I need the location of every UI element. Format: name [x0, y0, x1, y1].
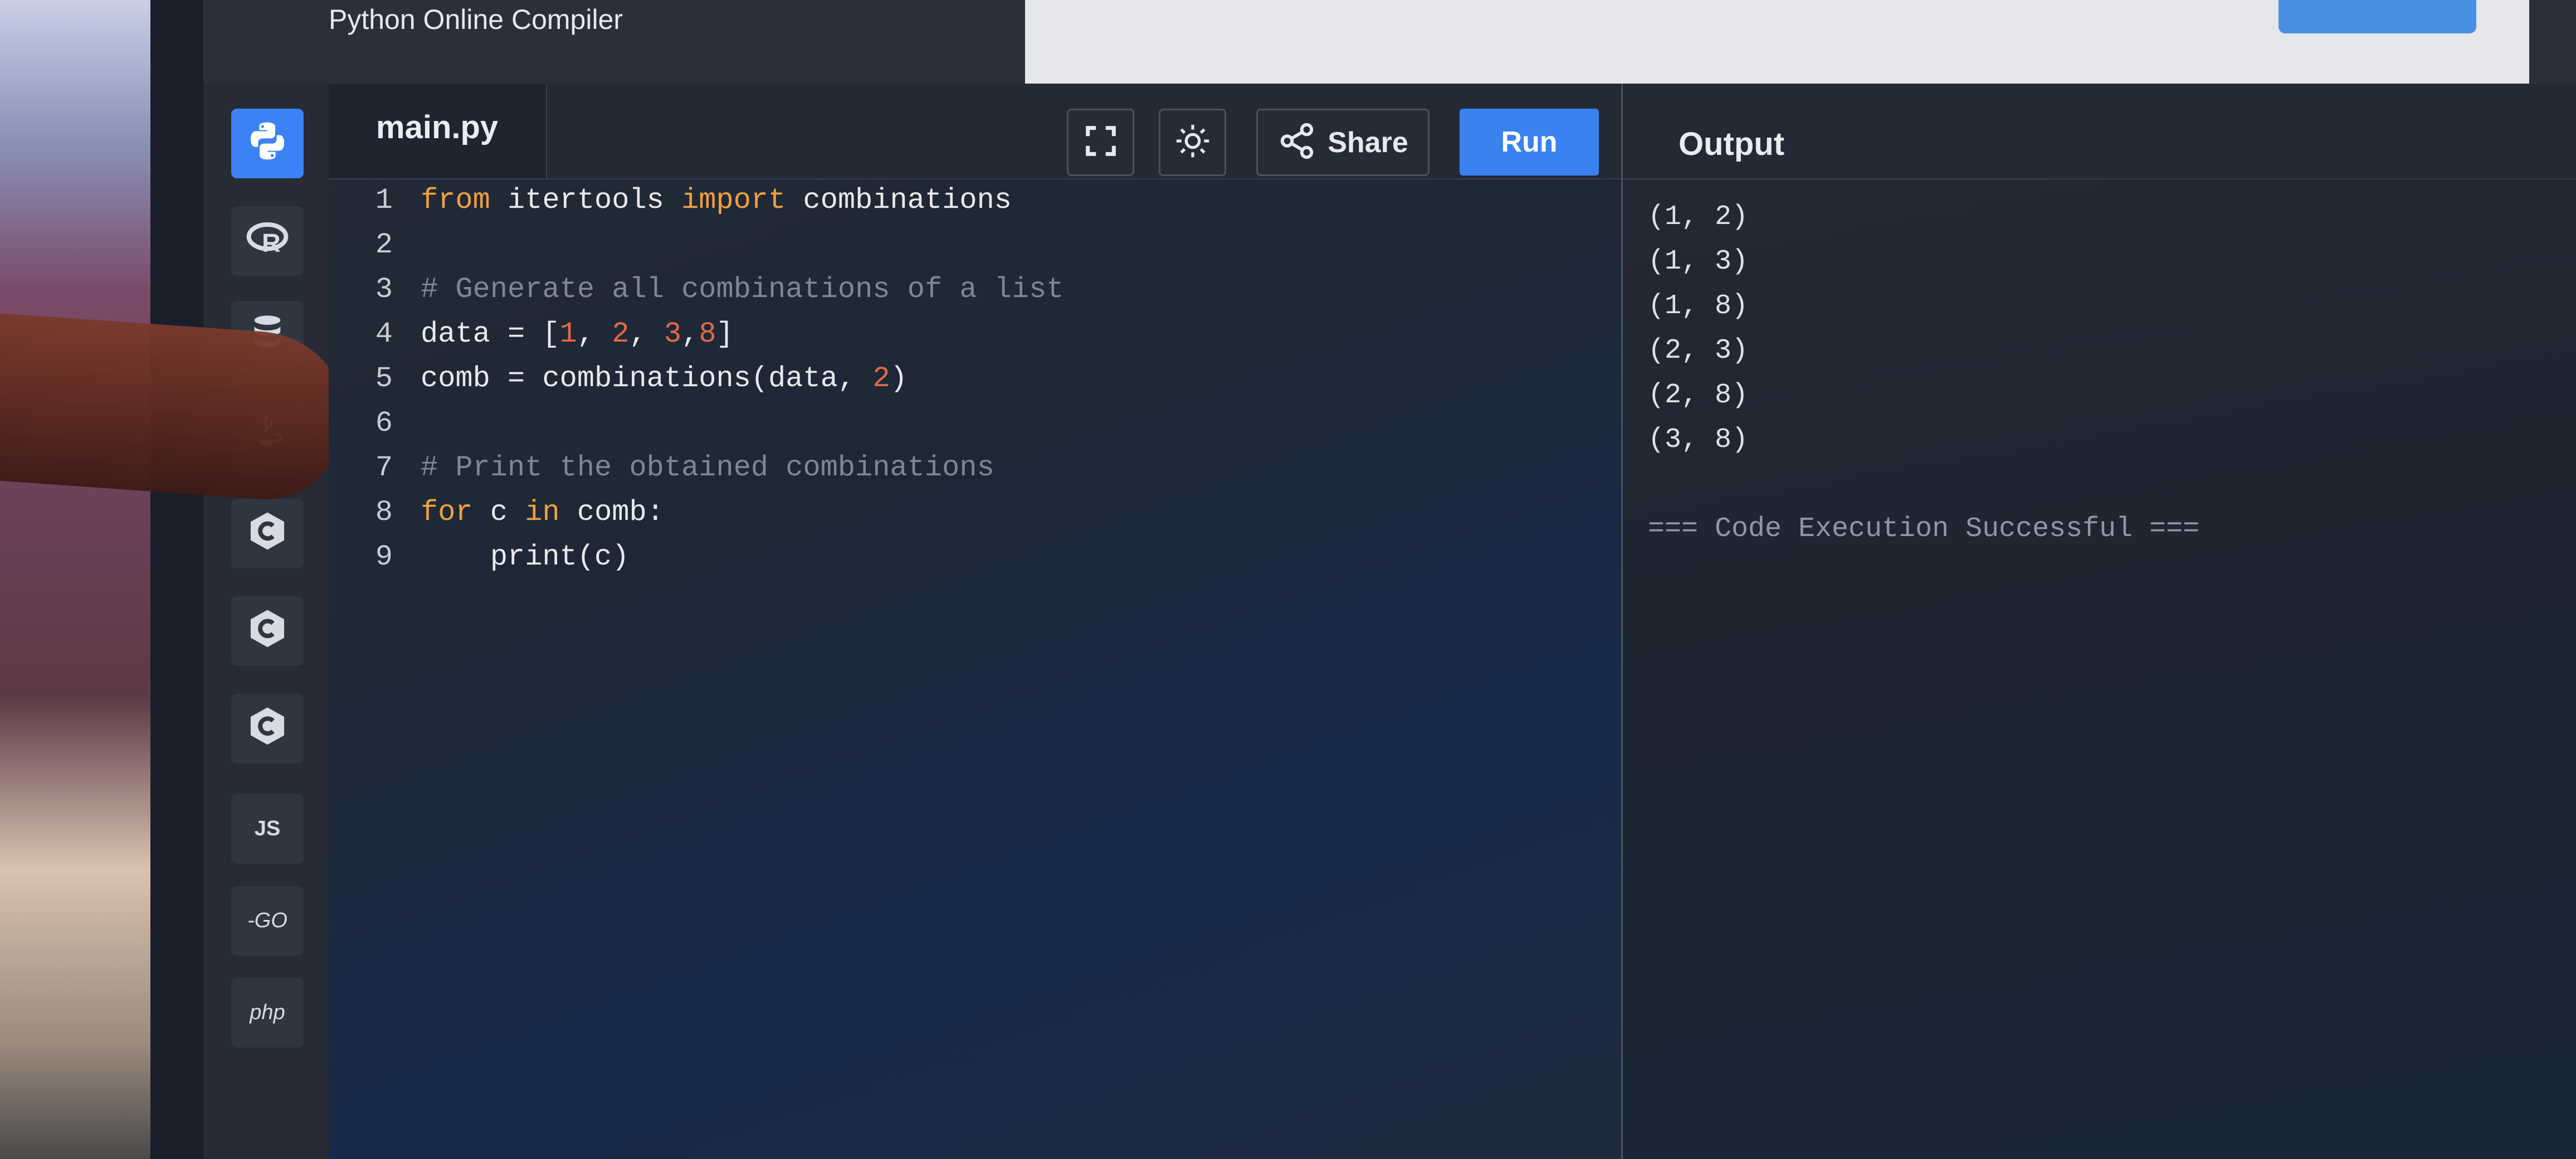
- line-number: 9: [375, 540, 393, 573]
- output-line: (1, 8): [1648, 290, 1749, 322]
- monitor-bezel: [150, 0, 203, 1159]
- share-button[interactable]: Share: [1256, 109, 1430, 176]
- file-name: main.py: [376, 109, 499, 145]
- sidebar-item-r[interactable]: R: [231, 206, 304, 276]
- code-text: # Generate all combinations of a list: [421, 267, 1064, 312]
- language-sidebar: R JS -GO php: [203, 84, 330, 1159]
- code-token: print(c): [421, 540, 630, 573]
- code-text: print(c): [421, 535, 630, 580]
- sidebar-item-cpp[interactable]: [231, 596, 304, 666]
- code-token: ,: [629, 318, 664, 350]
- code-token: ,: [681, 318, 699, 350]
- csharp-icon: [245, 704, 290, 754]
- ad-banner: [1025, 0, 2529, 92]
- line-number: 7: [375, 451, 393, 484]
- ad-cta-button[interactable]: [2279, 0, 2476, 33]
- go-label: -GO: [247, 909, 287, 932]
- output-line: (2, 8): [1648, 379, 1749, 411]
- output-header: Output: [1623, 84, 2576, 179]
- cpp-icon: [245, 606, 290, 656]
- line-number: 1: [375, 184, 393, 217]
- js-label: JS: [254, 817, 281, 840]
- code-editor: main.py Share Run 1 from itertools import…: [329, 84, 1621, 1159]
- sun-icon: [1173, 121, 1212, 163]
- line-number: 6: [375, 407, 393, 440]
- output-line: (3, 8): [1648, 424, 1749, 456]
- code-token: c: [472, 496, 525, 529]
- code-token: in: [525, 496, 560, 529]
- code-area[interactable]: 1 from itertools import combinations 2 3 # G…: [329, 178, 1621, 1159]
- output-line: (1, 2): [1648, 201, 1749, 233]
- code-token: import: [681, 184, 786, 217]
- code-text: for c in comb:: [421, 490, 664, 535]
- line-number: 5: [375, 362, 393, 395]
- code-token: 2: [612, 318, 630, 350]
- code-token: 2: [872, 362, 890, 395]
- code-token: ): [890, 362, 908, 395]
- code-token: 3: [663, 318, 682, 350]
- execution-status: === Code Execution Successful ===: [1648, 513, 2200, 545]
- sidebar-item-csharp[interactable]: [231, 694, 304, 763]
- code-token: ]: [716, 318, 734, 350]
- editor-toolbar: main.py Share Run: [329, 84, 1621, 179]
- sidebar-item-go[interactable]: -GO: [231, 886, 304, 956]
- code-token: comb:: [559, 496, 664, 529]
- php-label: php: [250, 1001, 285, 1024]
- code-token: comb = combinations(data,: [421, 362, 873, 395]
- code-text: from itertools import combinations: [421, 178, 1012, 223]
- fullscreen-button[interactable]: [1067, 109, 1134, 176]
- output-title: Output: [1679, 126, 1785, 162]
- theme-toggle-button[interactable]: [1159, 109, 1226, 176]
- r-icon: R: [245, 216, 290, 266]
- sidebar-item-python[interactable]: [231, 109, 304, 178]
- run-button[interactable]: Run: [1460, 109, 1599, 176]
- share-label: Share: [1328, 126, 1408, 159]
- code-token: from: [421, 184, 490, 217]
- line-number: 8: [375, 496, 393, 529]
- sidebar-item-php[interactable]: php: [231, 978, 304, 1048]
- line-number: 3: [375, 273, 393, 306]
- output-lines: (1, 2) (1, 3) (1, 8) (2, 3) (2, 8) (3, 8): [1648, 195, 1748, 462]
- code-token: for: [421, 496, 473, 529]
- output-line: (1, 3): [1648, 246, 1749, 277]
- fullscreen-icon: [1081, 121, 1120, 163]
- app-title: Python Online Compiler: [329, 4, 623, 35]
- svg-text:R: R: [262, 228, 281, 257]
- line-number: 2: [375, 228, 393, 261]
- file-tab[interactable]: main.py: [329, 84, 547, 178]
- c-icon: [245, 509, 290, 559]
- code-token: combinations: [786, 184, 1012, 217]
- sidebar-item-js[interactable]: JS: [231, 794, 304, 864]
- code-token: # Print the obtained combinations: [421, 451, 994, 484]
- code-token: # Generate all combinations of a list: [421, 273, 1064, 306]
- code-token: itertools: [490, 184, 682, 217]
- sidebar-item-c[interactable]: [231, 499, 304, 568]
- share-icon: [1277, 121, 1316, 163]
- code-token: data = [: [421, 318, 560, 350]
- code-text: data = [1, 2, 3,8]: [421, 312, 734, 357]
- code-token: ,: [577, 318, 612, 350]
- code-text: # Print the obtained combinations: [421, 446, 994, 490]
- code-token: 1: [559, 318, 577, 350]
- top-bar: Python Online Compiler: [203, 0, 2576, 92]
- line-number: 4: [375, 318, 393, 350]
- output-line: (2, 3): [1648, 335, 1749, 367]
- background-scene: [0, 0, 162, 1159]
- python-icon: [245, 119, 290, 169]
- code-token: 8: [699, 318, 716, 350]
- output-panel: Output (1, 2) (1, 3) (1, 8) (2, 3) (2, 8) (3,…: [1621, 84, 2576, 1159]
- code-text: comb = combinations(data, 2): [421, 357, 908, 401]
